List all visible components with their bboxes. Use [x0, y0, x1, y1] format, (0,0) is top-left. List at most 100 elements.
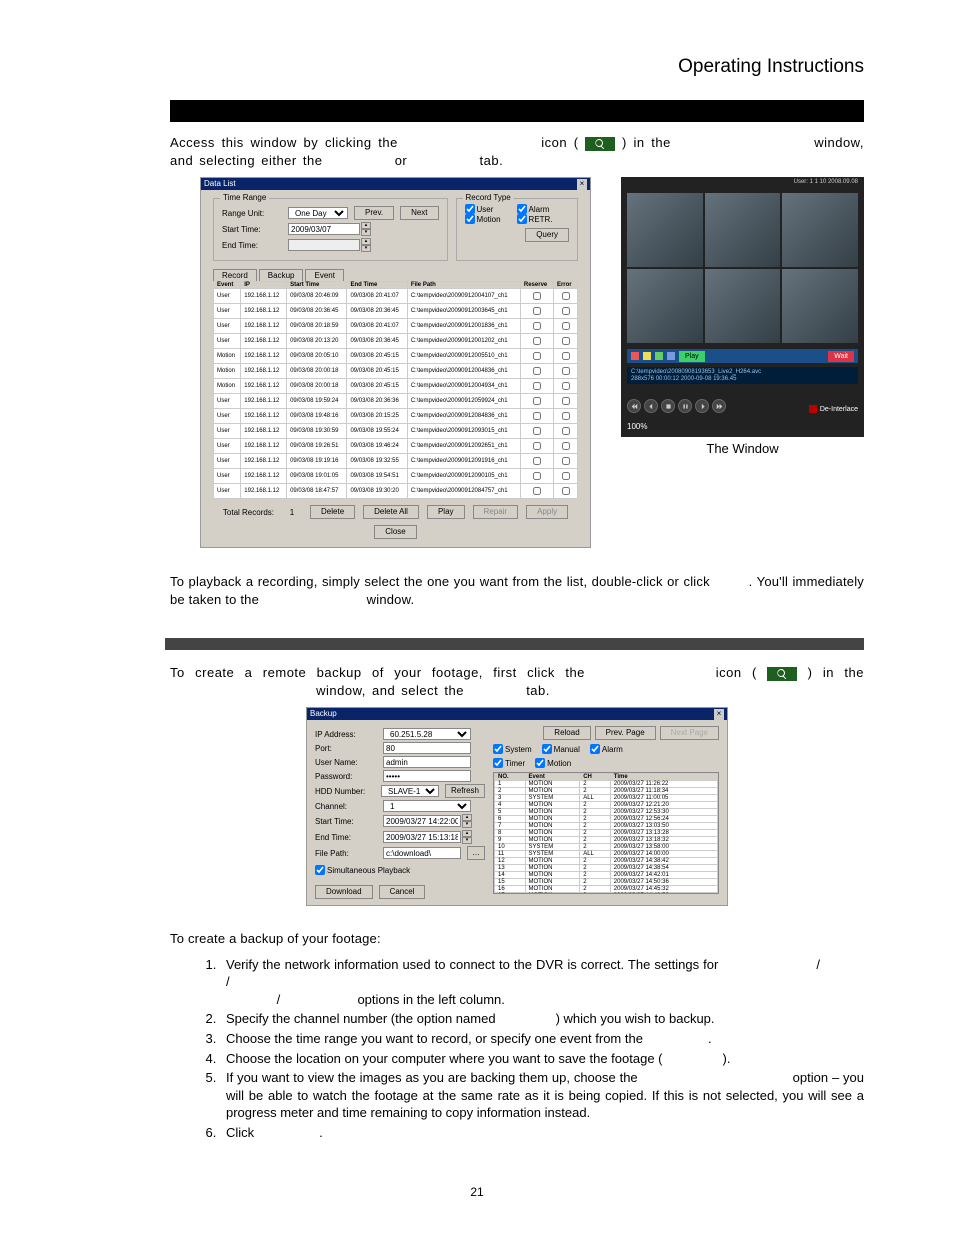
table-row[interactable]: 7MOTION22009/03/27 13:03:50 [495, 823, 718, 830]
layout9-icon[interactable] [667, 352, 675, 360]
table-row[interactable]: Motion192.168.1.1209/03/08 20:05:1009/03… [214, 349, 578, 364]
motion-checkbox[interactable] [465, 214, 475, 224]
snapshot-icon[interactable] [631, 352, 639, 360]
event-table[interactable]: NO.EventCHTime 1MOTION22009/03/27 11:26:… [494, 773, 718, 894]
stop-button[interactable] [661, 399, 675, 413]
table-row[interactable]: 12MOTION22009/03/27 14:38:42 [495, 858, 718, 865]
stepfwd-button[interactable] [695, 399, 709, 413]
file-input[interactable] [383, 847, 461, 859]
path-line2: 288x576 00:00:12 2000-09-08 19:36.45 [631, 376, 854, 383]
record-table[interactable]: EventIPStart TimeEnd TimeFile PathReserv… [213, 281, 578, 499]
video-tile[interactable] [782, 269, 858, 343]
alarm-checkbox[interactable] [517, 204, 527, 214]
table-row[interactable]: User192.168.1.1209/03/08 20:18:5909/03/0… [214, 319, 578, 334]
table-row[interactable]: 2MOTION22009/03/27 11:18:34 [495, 788, 718, 795]
video-tile[interactable] [782, 193, 858, 267]
pass-input[interactable] [383, 770, 471, 782]
layout4-icon[interactable] [655, 352, 663, 360]
table-row[interactable]: 16MOTION22009/03/27 14:45:32 [495, 886, 718, 893]
prev-button[interactable]: Prev. [354, 206, 394, 220]
table-row[interactable]: 9MOTION22009/03/27 13:18:32 [495, 837, 718, 844]
table-row[interactable]: User192.168.1.1209/03/08 20:13:2009/03/0… [214, 334, 578, 349]
table-row[interactable]: 13MOTION22009/03/27 14:38:54 [495, 865, 718, 872]
start-time-input[interactable] [288, 223, 360, 235]
table-row[interactable]: 6MOTION22009/03/27 12:56:24 [495, 816, 718, 823]
cancel-button[interactable]: Cancel [379, 885, 426, 899]
table-row[interactable]: User192.168.1.1209/03/08 18:47:5709/03/0… [214, 484, 578, 499]
table-row[interactable]: User192.168.1.1209/03/08 19:48:1609/03/0… [214, 409, 578, 424]
ip-label: IP Address: [315, 730, 377, 739]
bmotion-checkbox[interactable] [535, 758, 545, 768]
step-1: Verify the network information used to c… [220, 956, 864, 1009]
hdd-select[interactable]: SLAVE-1 [381, 785, 439, 797]
table-row[interactable]: User192.168.1.1209/03/08 19:26:5109/03/0… [214, 439, 578, 454]
channel-select[interactable]: 1 [383, 800, 471, 812]
user-input[interactable] [383, 756, 471, 768]
table-row[interactable]: 11SYSTEMALL2009/03/27 14:00:00 [495, 851, 718, 858]
stepback-button[interactable] [644, 399, 658, 413]
rewind-button[interactable] [627, 399, 641, 413]
prevpage-button[interactable]: Prev. Page [595, 726, 656, 740]
close-button[interactable]: Close [374, 525, 416, 539]
video-tile[interactable] [705, 193, 781, 267]
bmotion-label: Motion [547, 759, 571, 768]
download-button[interactable]: Download [315, 885, 373, 899]
s1b: / [816, 957, 820, 972]
bstart-input[interactable] [383, 815, 461, 827]
video-tile[interactable] [627, 193, 703, 267]
table-row[interactable]: 4MOTION22009/03/27 12:21:20 [495, 802, 718, 809]
s4a: Choose the location on your computer whe… [226, 1051, 662, 1066]
table-row[interactable]: 8MOTION22009/03/27 13:13:28 [495, 830, 718, 837]
table-row[interactable]: User192.168.1.1209/03/08 20:46:0909/03/0… [214, 289, 578, 304]
table-row[interactable]: 10SYSTEM22009/03/27 13:58:00 [495, 844, 718, 851]
timer-checkbox[interactable] [493, 758, 503, 768]
balarm-checkbox[interactable] [590, 744, 600, 754]
browse-button[interactable]: … [467, 846, 485, 860]
deinterlace-option[interactable]: De-Interlace [809, 405, 858, 413]
bend-input[interactable] [383, 831, 461, 843]
simplay-checkbox[interactable] [315, 865, 325, 875]
video-tile[interactable] [705, 269, 781, 343]
table-row[interactable]: User192.168.1.1209/03/08 19:30:5909/03/0… [214, 424, 578, 439]
table-row[interactable]: User192.168.1.1209/03/08 19:19:1609/03/0… [214, 454, 578, 469]
user-checkbox[interactable] [465, 204, 475, 214]
deleteall-button[interactable]: Delete All [363, 505, 419, 519]
video-tile[interactable] [627, 269, 703, 343]
table-row[interactable]: 1MOTION22009/03/27 11:26:22 [495, 781, 718, 788]
time-range-legend: Time Range [220, 193, 269, 202]
close-icon[interactable]: × [577, 179, 587, 190]
backup-title: Backup [310, 708, 337, 720]
play-button[interactable]: Play [427, 505, 465, 519]
table-row[interactable]: Motion192.168.1.1209/03/08 20:00:1809/03… [214, 379, 578, 394]
next-button[interactable]: Next [400, 206, 438, 220]
s3a: Choose the time range you want to record… [226, 1031, 643, 1046]
tab-record[interactable]: Record [213, 269, 257, 281]
reload-button[interactable]: Reload [543, 726, 590, 740]
range-unit-select[interactable]: One Day [288, 207, 348, 219]
table-row[interactable]: 3SYSTEMALL2009/03/27 11:00:05 [495, 795, 718, 802]
table-row[interactable]: User192.168.1.1209/03/08 19:01:0509/03/0… [214, 469, 578, 484]
retr-checkbox[interactable] [517, 214, 527, 224]
table-row[interactable]: 15MOTION22009/03/27 14:50:36 [495, 879, 718, 886]
table-row[interactable]: 5MOTION22009/03/27 12:53:30 [495, 809, 718, 816]
refresh-button[interactable]: Refresh [445, 784, 485, 798]
table-row[interactable]: Motion192.168.1.1209/03/08 20:00:1809/03… [214, 364, 578, 379]
table-row[interactable]: 17MOTION22009/03/27 14:48:52 [495, 893, 718, 895]
ip-select[interactable]: 60.251.5.28 [383, 728, 471, 740]
playback-paragraph: To playback a recording, simply select t… [170, 573, 864, 608]
manual-checkbox[interactable] [542, 744, 552, 754]
tab-backup[interactable]: Backup [259, 269, 304, 281]
table-row[interactable]: 14MOTION22009/03/27 14:42:01 [495, 872, 718, 879]
fastfwd-button[interactable] [712, 399, 726, 413]
query-button[interactable]: Query [525, 228, 569, 242]
pause-button[interactable] [678, 399, 692, 413]
table-row[interactable]: User192.168.1.1209/03/08 19:59:2409/03/0… [214, 394, 578, 409]
port-input[interactable] [383, 742, 471, 754]
datalist-window: Data List× Time Range Range Unit: One Da… [200, 177, 591, 548]
close-icon[interactable]: × [714, 709, 724, 720]
system-checkbox[interactable] [493, 744, 503, 754]
table-row[interactable]: User192.168.1.1209/03/08 20:36:4509/03/0… [214, 304, 578, 319]
config-icon[interactable] [643, 352, 651, 360]
delete-button[interactable]: Delete [310, 505, 355, 519]
tab-event[interactable]: Event [305, 269, 343, 281]
